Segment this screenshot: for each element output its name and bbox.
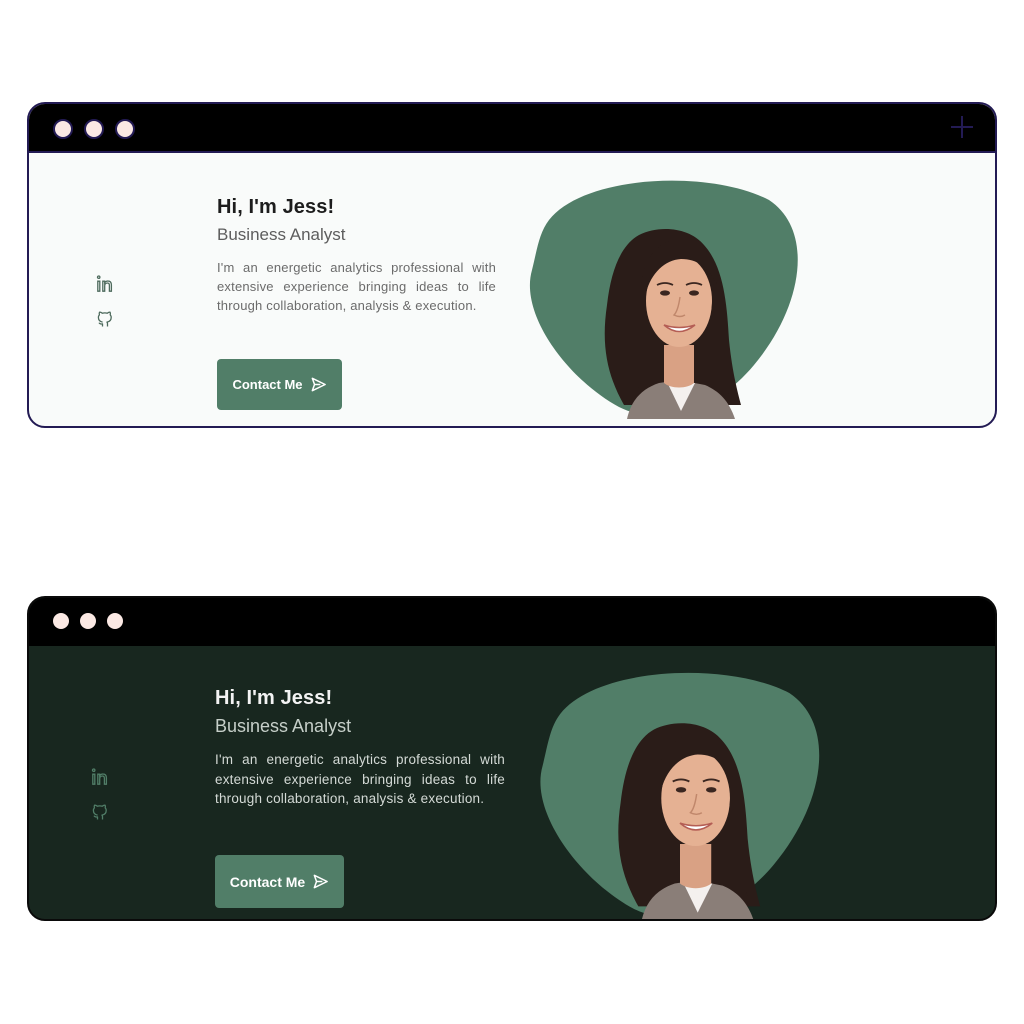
bio-paragraph: I'm an energetic analytics professional … <box>215 752 505 806</box>
hero-section: Hi, I'm Jess! Business Analyst I'm an en… <box>29 153 995 426</box>
bio-paragraph: I'm an energetic analytics professional … <box>217 260 496 313</box>
contact-button-label: Contact Me <box>232 377 303 392</box>
greeting-heading: Hi, I'm Jess! <box>215 687 333 709</box>
dark-mode-window: Hi, I'm Jess! Business Analyst I'm an en… <box>27 596 997 921</box>
close-dot-icon[interactable] <box>53 119 73 139</box>
plus-icon[interactable] <box>949 114 975 140</box>
github-icon[interactable] <box>91 802 109 822</box>
job-title: Business Analyst <box>215 716 352 736</box>
greeting-heading: Hi, I'm Jess! <box>217 196 335 218</box>
intro-text: Hi, I'm Jess! Business Analyst I'm an en… <box>217 196 496 315</box>
minimize-dot-icon[interactable] <box>84 119 104 139</box>
window-titlebar <box>29 598 995 646</box>
social-links <box>96 274 114 329</box>
intro-text: Hi, I'm Jess! Business Analyst I'm an en… <box>215 687 505 809</box>
contact-me-button[interactable]: Contact Me <box>215 855 344 908</box>
social-links <box>91 767 109 822</box>
maximize-dot-icon[interactable] <box>107 613 123 629</box>
showcase-canvas: Hi, I'm Jess! Business Analyst I'm an en… <box>0 0 1024 1024</box>
send-icon <box>311 377 326 392</box>
profile-photo <box>540 672 820 919</box>
close-dot-icon[interactable] <box>53 613 69 629</box>
maximize-dot-icon[interactable] <box>115 119 135 139</box>
send-icon <box>313 874 329 889</box>
window-controls <box>53 613 123 629</box>
github-icon[interactable] <box>96 309 114 329</box>
light-mode-window: Hi, I'm Jess! Business Analyst I'm an en… <box>27 102 997 428</box>
window-controls <box>53 119 135 139</box>
contact-button-label: Contact Me <box>229 873 306 890</box>
minimize-dot-icon[interactable] <box>80 613 96 629</box>
job-title: Business Analyst <box>217 225 346 244</box>
contact-me-button[interactable]: Contact Me <box>217 359 342 410</box>
profile-photo <box>529 180 798 419</box>
linkedin-icon[interactable] <box>96 274 114 294</box>
hero-section: Hi, I'm Jess! Business Analyst I'm an en… <box>29 647 995 919</box>
linkedin-icon[interactable] <box>91 767 109 787</box>
window-titlebar <box>29 104 995 153</box>
